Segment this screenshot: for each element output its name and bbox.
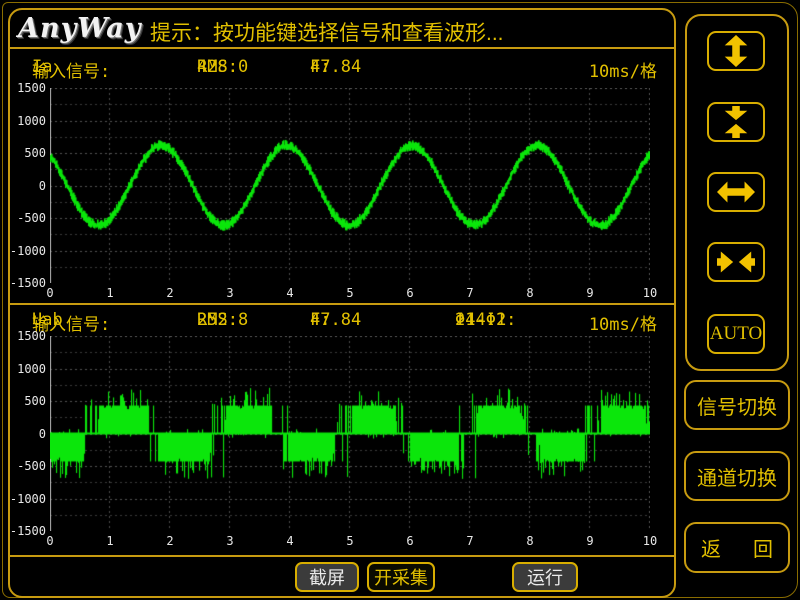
auto-scale-button[interactable]: AUTO [707,314,765,354]
y-tick-label: 0 [8,179,46,193]
y-tick-label: 1000 [8,114,46,128]
y-tick-label: 1500 [8,81,46,95]
anyway-logo: AnyWay [18,13,141,44]
x-tick-label: 9 [575,286,605,300]
screenshot-button[interactable]: 截屏 [295,562,359,592]
x-tick-label: 3 [215,286,245,300]
back-button[interactable]: 返 回 [684,522,790,573]
channel-switch-button[interactable]: 通道切换 [684,451,790,501]
compress-vertical-button[interactable] [707,102,765,142]
y-tick-label: 1000 [8,362,46,376]
x-tick-label: 6 [395,534,425,548]
y-tick-label: -500 [8,459,46,473]
waveform1-plot: 150010005000-500-1000-1500012345678910 [50,88,650,283]
main-display-area: AnyWay 提示：按功能键选择信号和查看波形... 输入信号:Ia RMS:4… [8,8,676,598]
x-tick-label: 9 [575,534,605,548]
timebase-ch2: 10ms/格 [589,310,657,335]
y-tick-label: 0 [8,427,46,441]
x-tick-label: 2 [155,534,185,548]
x-tick-label: 10 [635,534,665,548]
y-tick-label: -500 [8,211,46,225]
x-tick-label: 1 [95,534,125,548]
waveform2-canvas [50,336,650,531]
y-tick-label: -1000 [8,244,46,258]
x-tick-label: 3 [215,534,245,548]
back-button-label-right: 回 [753,533,773,562]
back-button-label-left: 返 [701,533,721,562]
x-tick-label: 7 [455,534,485,548]
hint-text: 提示：按功能键选择信号和查看波形... [150,17,504,47]
y-tick-label: 500 [8,394,46,408]
x-tick-label: 1 [95,286,125,300]
y-tick-label: 1500 [8,329,46,343]
x-tick-label: 4 [275,534,305,548]
x-tick-label: 0 [35,534,65,548]
x-tick-label: 10 [635,286,665,300]
waveform1-header: 输入信号:Ia RMS:428.0 F:47.84 10ms/格 [10,57,674,79]
x-tick-label: 4 [275,286,305,300]
panel-separator [10,303,674,305]
compress-horizontal-icon [717,250,755,274]
signal-switch-button[interactable]: 信号切换 [684,380,790,430]
x-tick-label: 0 [35,286,65,300]
y-tick-label: 500 [8,146,46,160]
waveform2-header: 输入信号:Uab RMS:252.8 F:47.84 Φ1-Φ2:244.1 1… [10,310,674,332]
footer-separator [10,555,674,557]
x-tick-label: 6 [395,286,425,300]
compress-vertical-icon [719,106,753,138]
analyzer-screen: AnyWay 提示：按功能键选择信号和查看波形... 输入信号:Ia RMS:4… [0,0,800,600]
x-tick-label: 5 [335,286,365,300]
compress-horizontal-button[interactable] [707,242,765,282]
x-tick-label: 7 [455,286,485,300]
y-tick-label: -1000 [8,492,46,506]
waveform2-plot: 150010005000-500-1000-1500012345678910 [50,336,650,531]
expand-vertical-button[interactable] [707,31,765,71]
title-bar: AnyWay 提示：按功能键选择信号和查看波形... [10,10,674,49]
timebase-ch1: 10ms/格 [589,57,657,82]
expand-horizontal-icon [717,180,755,204]
run-button[interactable]: 运行 [512,562,578,592]
expand-horizontal-button[interactable] [707,172,765,212]
expand-vertical-icon [719,35,753,67]
x-tick-label: 5 [335,534,365,548]
x-tick-label: 8 [515,286,545,300]
start-acquisition-button[interactable]: 开采集 [367,562,435,592]
waveform1-canvas [50,88,650,283]
x-tick-label: 2 [155,286,185,300]
x-tick-label: 8 [515,534,545,548]
